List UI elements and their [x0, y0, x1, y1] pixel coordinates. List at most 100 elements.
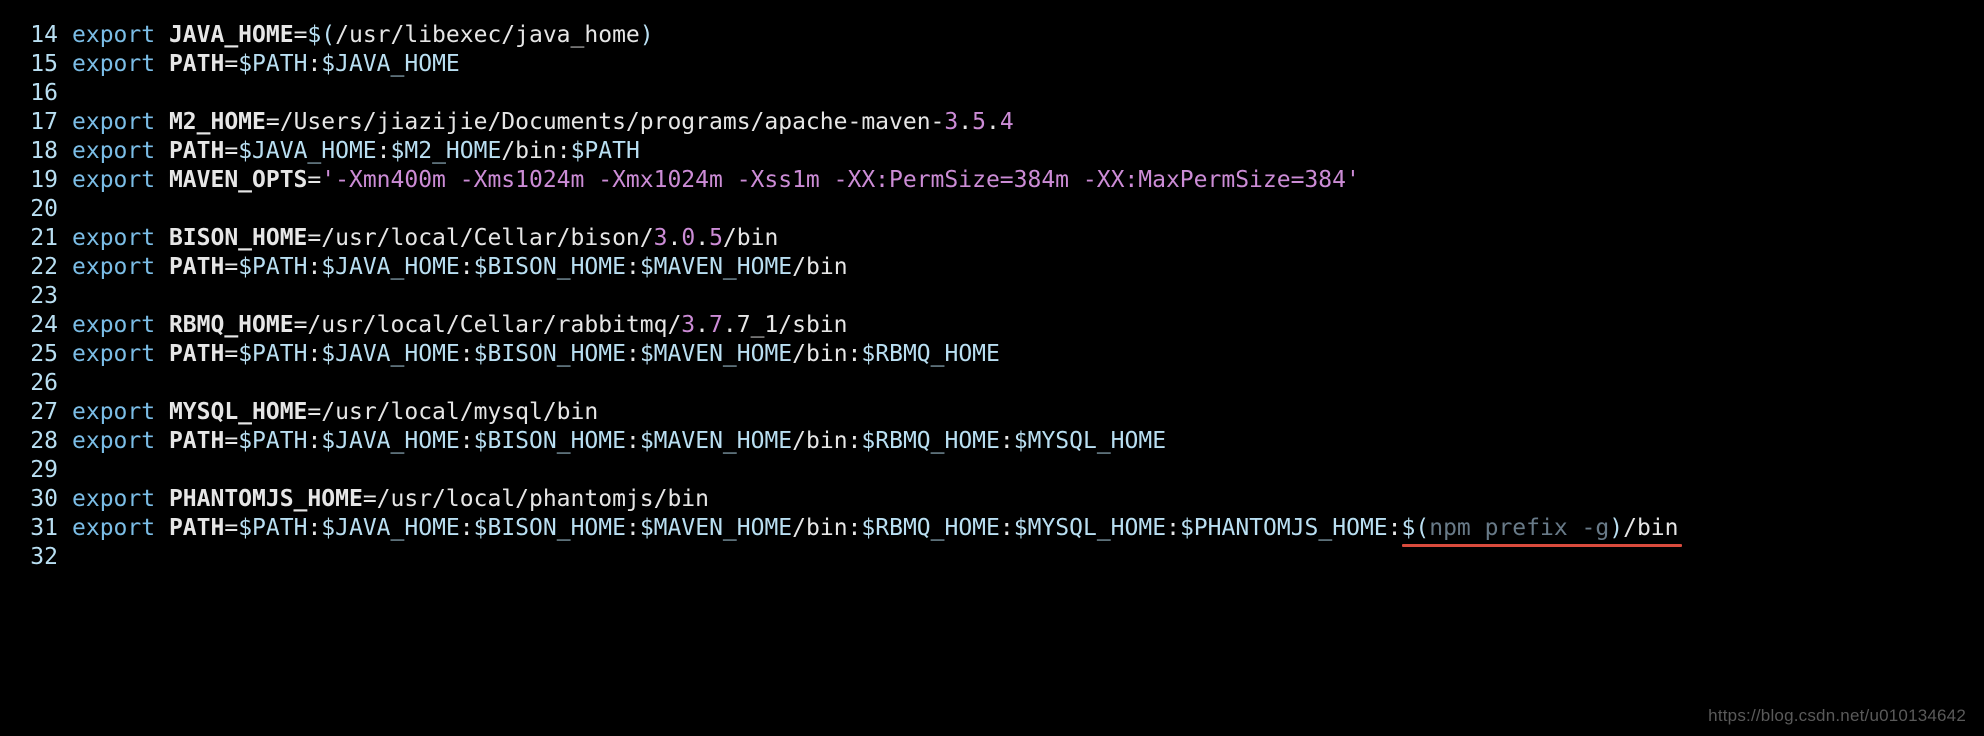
token-dvar: $MAVEN_HOME — [640, 428, 792, 454]
line-number: 22 — [10, 256, 72, 279]
code-content[interactable]: export PATH=$PATH:$JAVA_HOME — [72, 53, 1984, 76]
code-line[interactable]: 15export PATH=$PATH:$JAVA_HOME — [10, 53, 1984, 82]
code-line[interactable]: 19export MAVEN_OPTS='-Xmn400m -Xms1024m … — [10, 169, 1984, 198]
line-number: 31 — [10, 517, 72, 540]
token-eq: = — [224, 138, 238, 164]
token-var: PATH — [169, 341, 224, 367]
code-content[interactable]: export PHANTOMJS_HOME=/usr/local/phantom… — [72, 488, 1984, 511]
line-number: 26 — [10, 372, 72, 395]
line-number: 17 — [10, 111, 72, 134]
code-content[interactable]: export MAVEN_OPTS='-Xmn400m -Xms1024m -X… — [72, 169, 1984, 192]
token-path: . — [986, 109, 1000, 135]
code-line[interactable]: 31export PATH=$PATH:$JAVA_HOME:$BISON_HO… — [10, 517, 1984, 546]
token-dvar: $PATH — [571, 138, 640, 164]
code-line[interactable]: 23 — [10, 285, 1984, 314]
token-path: : — [307, 428, 321, 454]
token-num: 3 — [654, 225, 668, 251]
token-var: JAVA_HOME — [169, 22, 294, 48]
code-content[interactable]: export PATH=$PATH:$JAVA_HOME:$BISON_HOME… — [72, 430, 1984, 453]
token-path: : — [626, 341, 640, 367]
code-content[interactable]: export M2_HOME=/Users/jiazijie/Documents… — [72, 111, 1984, 134]
line-number: 32 — [10, 546, 72, 569]
token-var: PATH — [169, 254, 224, 280]
token-num: 4 — [1000, 109, 1014, 135]
code-line[interactable]: 16 — [10, 82, 1984, 111]
token-dvar: $MAVEN_HOME — [640, 341, 792, 367]
code-content[interactable]: export RBMQ_HOME=/usr/local/Cellar/rabbi… — [72, 314, 1984, 337]
code-line[interactable]: 30export PHANTOMJS_HOME=/usr/local/phant… — [10, 488, 1984, 517]
token-dvar: $MYSQL_HOME — [1014, 515, 1166, 541]
code-line[interactable]: 29 — [10, 459, 1984, 488]
code-line[interactable]: 27export MYSQL_HOME=/usr/local/mysql/bin — [10, 401, 1984, 430]
code-line[interactable]: 14export JAVA_HOME=$(/usr/libexec/java_h… — [10, 24, 1984, 53]
token-sh: ) — [640, 22, 654, 48]
token-kw: export — [72, 22, 169, 48]
token-path: : — [460, 515, 474, 541]
token-path: 7_1 — [737, 312, 779, 338]
token-path: /bin — [1623, 515, 1678, 541]
watermark-text: https://blog.csdn.net/u010134642 — [1708, 707, 1966, 724]
token-dvar: $MAVEN_HOME — [640, 515, 792, 541]
token-dvar: $RBMQ_HOME — [861, 341, 999, 367]
token-dvar: $M2_HOME — [391, 138, 502, 164]
token-kw: export — [72, 167, 169, 193]
code-line[interactable]: 18export PATH=$JAVA_HOME:$M2_HOME/bin:$P… — [10, 140, 1984, 169]
token-dvar: $JAVA_HOME — [321, 428, 459, 454]
code-content[interactable]: export PATH=$PATH:$JAVA_HOME:$BISON_HOME… — [72, 343, 1984, 366]
token-kw: export — [72, 486, 169, 512]
token-path: . — [958, 109, 972, 135]
token-path: /usr/local/phantomjs/bin — [377, 486, 709, 512]
token-path: : — [307, 51, 321, 77]
token-kw: export — [72, 254, 169, 280]
token-dvar: $BISON_HOME — [474, 254, 626, 280]
code-line[interactable]: 32 — [10, 546, 1984, 575]
code-line[interactable]: 20 — [10, 198, 1984, 227]
token-path: /usr/local/Cellar/bison/ — [321, 225, 653, 251]
token-kw: export — [72, 225, 169, 251]
code-line[interactable]: 26 — [10, 372, 1984, 401]
code-line[interactable]: 28export PATH=$PATH:$JAVA_HOME:$BISON_HO… — [10, 430, 1984, 459]
token-path: . — [723, 312, 737, 338]
code-content[interactable]: export JAVA_HOME=$(/usr/libexec/java_hom… — [72, 24, 1984, 47]
token-path: : — [1388, 515, 1402, 541]
code-content[interactable]: export PATH=$PATH:$JAVA_HOME:$BISON_HOME… — [72, 256, 1984, 279]
token-eq: = — [224, 428, 238, 454]
token-dvar: $JAVA_HOME — [321, 254, 459, 280]
token-dvar: $PATH — [238, 51, 307, 77]
token-var: M2_HOME — [169, 109, 266, 135]
token-kw: export — [72, 312, 169, 338]
token-eq: = — [224, 51, 238, 77]
code-line[interactable]: 22export PATH=$PATH:$JAVA_HOME:$BISON_HO… — [10, 256, 1984, 285]
code-editor[interactable]: 14export JAVA_HOME=$(/usr/libexec/java_h… — [0, 0, 1984, 575]
token-path: : — [307, 515, 321, 541]
token-path: /bin: — [501, 138, 570, 164]
token-dvar: $JAVA_HOME — [238, 138, 376, 164]
token-var: PATH — [169, 138, 224, 164]
token-eq: = — [363, 486, 377, 512]
code-line[interactable]: 17export M2_HOME=/Users/jiazijie/Documen… — [10, 111, 1984, 140]
token-kw: export — [72, 341, 169, 367]
code-line[interactable]: 25export PATH=$PATH:$JAVA_HOME:$BISON_HO… — [10, 343, 1984, 372]
code-content[interactable]: export MYSQL_HOME=/usr/local/mysql/bin — [72, 401, 1984, 424]
token-path: . — [695, 312, 709, 338]
token-kw: export — [72, 515, 169, 541]
token-kw: export — [72, 399, 169, 425]
line-number: 15 — [10, 53, 72, 76]
token-path: /usr/local/mysql/bin — [321, 399, 598, 425]
code-content[interactable]: export PATH=$PATH:$JAVA_HOME:$BISON_HOME… — [72, 517, 1984, 540]
line-number: 21 — [10, 227, 72, 250]
code-line[interactable]: 24export RBMQ_HOME=/usr/local/Cellar/rab… — [10, 314, 1984, 343]
code-content[interactable]: export PATH=$JAVA_HOME:$M2_HOME/bin:$PAT… — [72, 140, 1984, 163]
token-kw: export — [72, 109, 169, 135]
token-path: /bin — [792, 254, 847, 280]
token-path: : — [626, 254, 640, 280]
token-var: PHANTOMJS_HOME — [169, 486, 363, 512]
token-dvar: $JAVA_HOME — [321, 51, 459, 77]
code-line[interactable]: 21export BISON_HOME=/usr/local/Cellar/bi… — [10, 227, 1984, 256]
code-content[interactable]: export BISON_HOME=/usr/local/Cellar/biso… — [72, 227, 1984, 250]
token-path: : — [1000, 428, 1014, 454]
token-var: PATH — [169, 51, 224, 77]
token-var: MAVEN_OPTS — [169, 167, 307, 193]
line-number: 27 — [10, 401, 72, 424]
token-dvar: $PHANTOMJS_HOME — [1180, 515, 1388, 541]
